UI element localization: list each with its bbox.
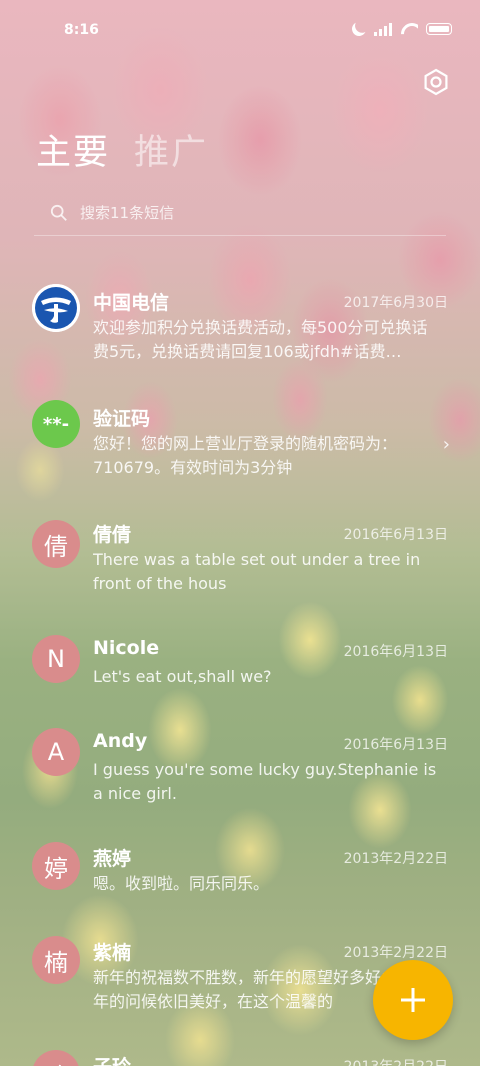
contact-avatar: 玲	[32, 1050, 80, 1066]
tab-bar: 主要 推广	[36, 124, 208, 175]
contact-avatar: 倩	[32, 520, 80, 568]
conversation-item-verification[interactable]: **- 验证码 您好！您的网上营业厅登录的随机密码为：710679。有效时间为3…	[0, 396, 480, 477]
conversation-name: 验证码	[93, 408, 151, 430]
conversation-item-andy[interactable]: A Andy 2016年6月13日 I guess you're some lu…	[0, 728, 480, 808]
avatar-text: **-	[42, 413, 70, 435]
conversation-date: 2013年2月22日	[344, 1056, 448, 1066]
conversation-name: 倩倩	[93, 524, 132, 546]
avatar-text: N	[47, 645, 65, 673]
signal-icon	[374, 22, 392, 36]
conversation-item-ziling[interactable]: 玲 子玲 2013年2月22日	[0, 1048, 480, 1066]
battery-icon	[426, 23, 452, 35]
conversation-date: 2013年2月22日	[343, 851, 448, 867]
search-bar[interactable]: 搜索11条短信	[34, 190, 446, 236]
status-time: 8:16	[64, 22, 99, 38]
verification-code-avatar: **-	[32, 400, 80, 448]
wifi-icon	[400, 22, 418, 36]
conversation-preview: 嗯。收到啦。同乐同乐。	[93, 874, 270, 893]
conversation-preview: 欢迎参加积分兑换话费活动，每500分可兑换话费5元，兑换话费请回复106或jfd…	[93, 318, 428, 361]
conversation-item-china-telecom[interactable]: 中国电信 2017年6月30日 欢迎参加积分兑换话费活动，每500分可兑换话费5…	[0, 278, 480, 368]
conversation-name: 燕婷	[93, 848, 132, 870]
contact-avatar: 楠	[32, 936, 80, 984]
chevron-right-icon: ›	[442, 434, 450, 455]
plus-icon	[401, 988, 425, 1012]
search-input[interactable]: 搜索11条短信	[80, 202, 174, 223]
avatar-text: 婷	[44, 854, 68, 883]
conversation-preview: I guess you're some lucky guy.Stephanie …	[93, 760, 437, 803]
settings-button[interactable]	[422, 68, 450, 96]
status-bar: 8:16	[0, 0, 480, 62]
new-message-button[interactable]	[373, 960, 453, 1040]
search-icon	[50, 204, 67, 221]
avatar-text: 楠	[44, 948, 68, 977]
avatar-text: 倩	[44, 532, 68, 561]
conversation-preview: Let's eat out,shall we?	[93, 667, 272, 686]
conversation-preview: 您好！您的网上营业厅登录的随机密码为：710679。有效时间为3分钟	[93, 434, 398, 477]
contact-avatar: 婷	[32, 842, 80, 890]
conversation-name: 子玲	[93, 1052, 131, 1066]
conversation-item-yanting[interactable]: 婷 燕婷 2013年2月22日 嗯。收到啦。同乐同乐。	[0, 840, 480, 910]
conversation-name: Andy	[93, 730, 148, 752]
china-telecom-logo-icon	[32, 284, 80, 332]
do-not-disturb-icon	[350, 20, 368, 38]
contact-avatar: N	[32, 635, 80, 683]
avatar-text: A	[47, 738, 65, 766]
conversation-item-nicole[interactable]: N Nicole 2016年6月13日 Let's eat out,shall …	[0, 633, 480, 703]
conversation-name: 中国电信	[93, 292, 170, 314]
status-icons	[352, 22, 452, 36]
conversation-date: 2016年6月13日	[343, 527, 448, 543]
tab-promotions[interactable]: 推广	[134, 124, 208, 175]
contact-avatar: A	[32, 728, 80, 776]
conversation-name: 紫楠	[93, 942, 132, 964]
gear-icon	[424, 68, 448, 96]
conversation-name: Nicole	[93, 637, 160, 659]
conversation-preview: There was a table set out under a tree i…	[93, 550, 421, 593]
tab-primary[interactable]: 主要	[36, 124, 110, 175]
conversation-date: 2013年2月22日	[343, 945, 448, 961]
conversation-date: 2016年6月13日	[343, 737, 448, 753]
conversation-date: 2016年6月13日	[343, 644, 448, 660]
conversation-date: 2017年6月30日	[343, 295, 448, 311]
avatar-text: 玲	[44, 1057, 68, 1066]
conversation-item-qianqian[interactable]: 倩 倩倩 2016年6月13日 There was a table set ou…	[0, 518, 480, 598]
